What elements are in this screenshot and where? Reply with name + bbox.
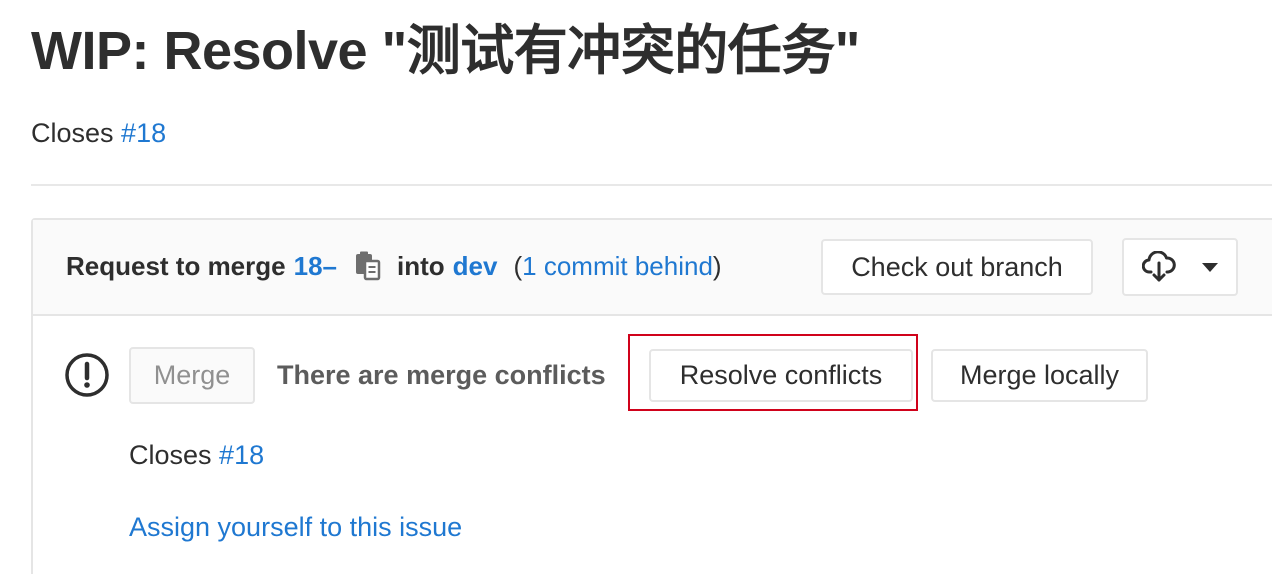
closes-label: Closes: [129, 440, 212, 470]
request-to-merge-label: Request to merge: [66, 251, 286, 281]
closes-issues-text: Closes #18: [129, 438, 264, 472]
assign-yourself-link[interactable]: Assign yourself to this issue: [129, 510, 462, 544]
commits-behind-link[interactable]: 1 commit behind: [522, 249, 713, 283]
source-branch-link[interactable]: 18–: [294, 249, 337, 283]
merge-button[interactable]: Merge: [129, 347, 255, 404]
merge-source-target: Request to merge 18– into dev (1 commit…: [66, 249, 722, 283]
check-out-branch-button[interactable]: Check out branch: [821, 239, 1093, 295]
description-closes-label: Closes: [31, 118, 114, 148]
description-issue-link[interactable]: #18: [121, 118, 166, 148]
merge-locally-button[interactable]: Merge locally: [931, 349, 1148, 402]
caret-down-icon: [1202, 262, 1218, 272]
page-title: WIP: Resolve "测试有冲突的任务": [31, 21, 860, 81]
divider: [31, 184, 1272, 186]
merge-conflicts-message: There are merge conflicts: [277, 360, 606, 390]
merge-request-page: WIP: Resolve "测试有冲突的任务" Closes #18 Reque…: [0, 0, 1272, 574]
cloud-download-icon: [1142, 251, 1176, 283]
merge-request-widget: Request to merge 18– into dev (1 commit…: [31, 218, 1272, 574]
commit-behind-open-paren: (: [513, 251, 523, 281]
merge-widget-header: Request to merge 18– into dev (1 commit…: [33, 220, 1272, 316]
clipboard-icon[interactable]: [353, 251, 383, 281]
commit-behind-close-paren: ): [712, 251, 722, 281]
description: Closes #18: [31, 116, 166, 150]
closes-issue-link[interactable]: #18: [219, 440, 264, 470]
download-dropdown-button[interactable]: [1122, 238, 1238, 296]
resolve-conflicts-button[interactable]: Resolve conflicts: [649, 349, 913, 402]
exclamation-circle-icon: [64, 352, 110, 398]
into-label: into: [397, 251, 445, 281]
target-branch-link[interactable]: dev: [453, 249, 498, 283]
